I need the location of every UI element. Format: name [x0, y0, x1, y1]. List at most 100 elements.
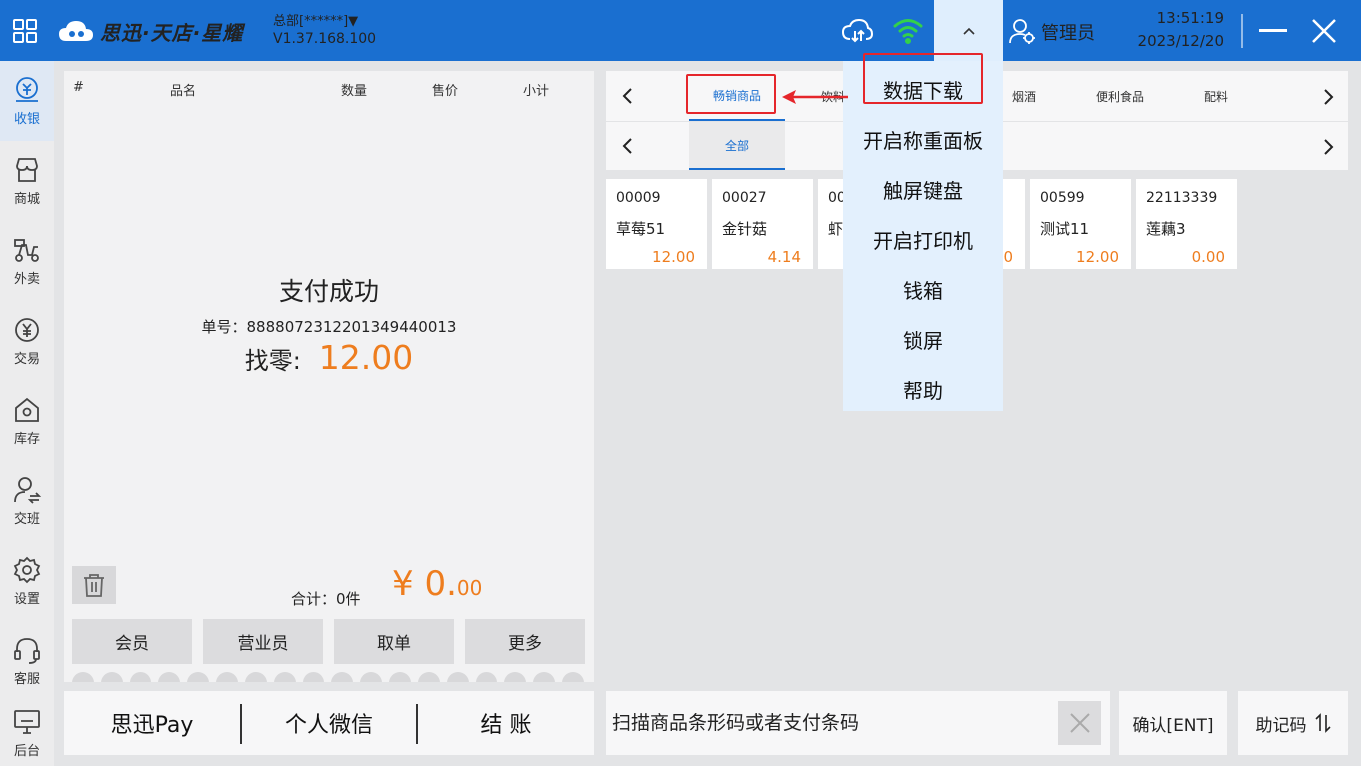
decorative-dots: [72, 672, 584, 682]
user-settings-icon[interactable]: [1008, 17, 1036, 45]
product-price: 4.14: [767, 248, 801, 266]
total-amount-decimal: 00: [456, 576, 483, 600]
confirm-button[interactable]: 确认[ENT]: [1119, 691, 1227, 755]
sidebar-item-cashier[interactable]: 收银: [0, 61, 54, 141]
tab-ingredients[interactable]: 配料: [1168, 71, 1264, 121]
sidebar-item-handover[interactable]: 交班: [0, 461, 54, 541]
product-name: 金针菇: [722, 220, 768, 238]
close-icon[interactable]: [1310, 17, 1338, 45]
brand-logo: 思迅·天店·星耀: [58, 16, 243, 46]
mnemonic-label: 助记码: [1255, 715, 1307, 736]
sidebar-item-label: 商城: [13, 192, 40, 207]
product-name: 草莓51: [616, 220, 666, 238]
clerk-button[interactable]: 营业员: [203, 619, 323, 664]
product-name: 虾: [828, 220, 844, 238]
sidebar-item-inventory[interactable]: 库存: [0, 381, 54, 461]
column-header: 品名: [170, 84, 197, 99]
tab-convenience-food[interactable]: 便利食品: [1072, 71, 1168, 121]
scan-bar: [606, 691, 1110, 755]
brand-name: 思迅·天店·星耀: [100, 20, 244, 45]
chevron-up-icon: [962, 27, 975, 35]
more-button[interactable]: 更多: [465, 619, 585, 664]
app-grid-icon[interactable]: [12, 18, 38, 44]
sidebar-item-support[interactable]: 客服: [0, 621, 54, 701]
total-count: 合计：0件: [291, 590, 361, 608]
sixun-pay-button[interactable]: 思迅Pay: [64, 691, 240, 755]
product-code: 00027: [722, 190, 767, 206]
sidebar-item-trade[interactable]: 交易: [0, 301, 54, 381]
product-name: 莲藕3: [1146, 220, 1186, 238]
column-header: 数量: [341, 84, 368, 99]
sidebar-item-delivery[interactable]: 外卖: [0, 221, 54, 301]
menu-item-help[interactable]: 帮助: [843, 364, 1003, 414]
payment-status-title: 支付成功: [278, 277, 379, 306]
column-header: 售价: [432, 84, 459, 99]
shop-icon: [16, 158, 38, 182]
trash-icon: [84, 574, 104, 597]
product-price: 12.00: [1076, 248, 1119, 266]
change-row: 找零: 12.00: [64, 338, 594, 377]
headset-icon: [14, 638, 40, 664]
sidebar-item-label: 交易: [13, 352, 40, 367]
sidebar-item-label: 交班: [13, 512, 40, 527]
sidebar-item-label: 客服: [13, 672, 40, 687]
product-code: 22113339: [1146, 190, 1218, 206]
product-card[interactable]: 00599 测试11 12.00: [1030, 179, 1131, 269]
menu-item-touch-keyboard[interactable]: 触屏键盘: [843, 164, 1003, 214]
product-price: 12.00: [652, 248, 695, 266]
highlight-box: [863, 53, 983, 104]
sidebar-item-backend[interactable]: 后台: [0, 701, 54, 766]
product-card[interactable]: 00009 草莓51 12.00: [606, 179, 707, 269]
sidebar-item-label: 外卖: [13, 272, 40, 287]
sidebar-item-shop[interactable]: 商城: [0, 141, 54, 221]
personal-wechat-button[interactable]: 个人微信: [242, 691, 416, 755]
order-number: 单号：8888072312201349440013: [201, 318, 457, 336]
annotation-arrow-icon: [782, 90, 848, 104]
product-price: 0.00: [1191, 248, 1225, 266]
cloud-sync-icon[interactable]: [841, 17, 873, 45]
chevron-right-icon[interactable]: [1318, 87, 1338, 107]
highlight-box: [686, 74, 776, 114]
product-code: 00599: [1040, 190, 1085, 206]
menu-item-enable-printer[interactable]: 开启打印机: [843, 214, 1003, 264]
menu-item-cash-drawer[interactable]: 钱箱: [843, 264, 1003, 314]
clear-input-button[interactable]: [1058, 701, 1101, 745]
checkout-button[interactable]: 结 账: [418, 691, 594, 755]
close-icon: [1069, 713, 1090, 733]
tab-all[interactable]: 全部: [689, 122, 785, 170]
handover-icon: [14, 477, 42, 504]
total-amount: ¥ 0.00: [392, 564, 482, 604]
menu-toggle-button[interactable]: [934, 0, 1003, 61]
wifi-icon: [893, 19, 923, 44]
sidebar-item-label: 收银: [13, 112, 40, 127]
more-menu-dropdown: 数据下载 开启称重面板 触屏键盘 开启打印机 钱箱 锁屏 帮助: [843, 61, 1003, 411]
product-price: 0: [1003, 248, 1013, 266]
version-label: V1.37.168.100: [273, 31, 377, 47]
sidebar-item-label: 后台: [13, 744, 40, 759]
swap-vertical-icon: [1314, 713, 1331, 733]
minimize-button[interactable]: [1259, 29, 1287, 32]
clock-time: 13:51:19: [1156, 9, 1224, 27]
column-header: #: [73, 80, 84, 95]
product-card[interactable]: 00027 金针菇 4.14: [712, 179, 813, 269]
retrieve-order-button[interactable]: 取单: [334, 619, 454, 664]
yuan-icon: [15, 318, 39, 342]
product-code: 00009: [616, 190, 661, 206]
chevron-left-icon[interactable]: [618, 86, 638, 106]
sidebar-item-label: 设置: [13, 592, 40, 607]
menu-item-weighing-panel[interactable]: 开启称重面板: [843, 114, 1003, 164]
clear-order-button[interactable]: [72, 566, 116, 604]
chevron-left-icon[interactable]: [618, 136, 638, 156]
cashier-icon: [16, 77, 38, 102]
chevron-right-icon[interactable]: [1318, 137, 1338, 157]
store-selector[interactable]: 总部[******]▼: [273, 10, 358, 29]
menu-item-lock-screen[interactable]: 锁屏: [843, 314, 1003, 364]
member-button[interactable]: 会员: [72, 619, 192, 664]
sidebar-item-settings[interactable]: 设置: [0, 541, 54, 621]
barcode-input[interactable]: [612, 691, 1042, 755]
user-name[interactable]: 管理员: [1041, 19, 1095, 45]
mnemonic-button[interactable]: 助记码: [1238, 691, 1348, 755]
gear-icon: [13, 556, 41, 584]
product-card[interactable]: 22113339 莲藕3 0.00: [1136, 179, 1237, 269]
payment-bar: 思迅Pay 个人微信 结 账: [64, 691, 594, 755]
